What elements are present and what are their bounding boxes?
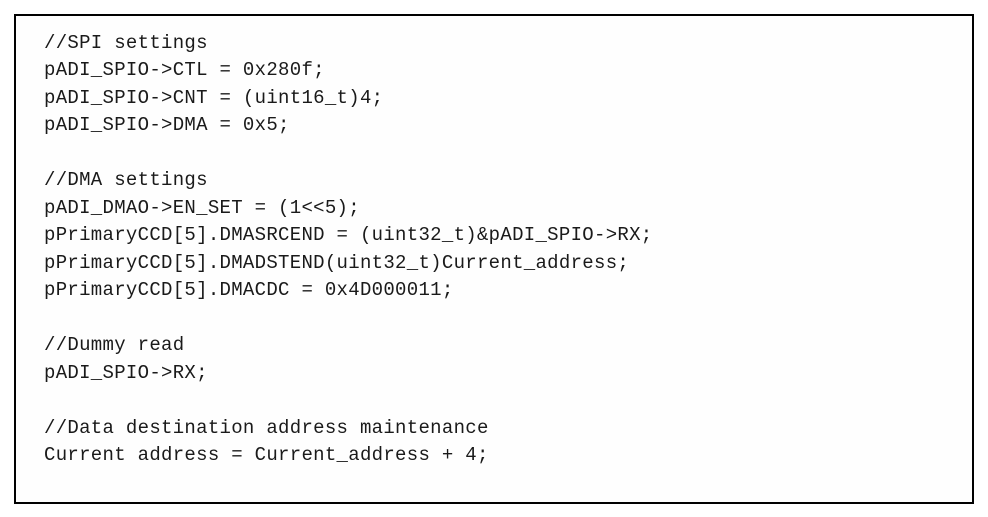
code-line: Current address = Current_address + 4; — [44, 442, 952, 470]
blank-line — [44, 140, 952, 168]
code-line: //Dummy read — [44, 332, 952, 360]
code-line: //Data destination address maintenance — [44, 415, 952, 443]
code-line: pPrimaryCCD[5].DMASRCEND = (uint32_t)&pA… — [44, 222, 952, 250]
code-line: pPrimaryCCD[5].DMADSTEND(uint32_t)Curren… — [44, 250, 952, 278]
blank-line — [44, 387, 952, 415]
code-line: pADI_SPIO->CNT = (uint16_t)4; — [44, 85, 952, 113]
code-line: pADI_SPIO->CTL = 0x280f; — [44, 57, 952, 85]
blank-line — [44, 305, 952, 333]
code-line: //SPI settings — [44, 30, 952, 58]
code-line: pPrimaryCCD[5].DMACDC = 0x4D000011; — [44, 277, 952, 305]
code-line: pADI_SPIO->DMA = 0x5; — [44, 112, 952, 140]
code-line: //DMA settings — [44, 167, 952, 195]
code-line: pADI_SPIO->RX; — [44, 360, 952, 388]
code-line: pADI_DMAO->EN_SET = (1<<5); — [44, 195, 952, 223]
code-block: //SPI settings pADI_SPIO->CTL = 0x280f; … — [14, 14, 974, 504]
